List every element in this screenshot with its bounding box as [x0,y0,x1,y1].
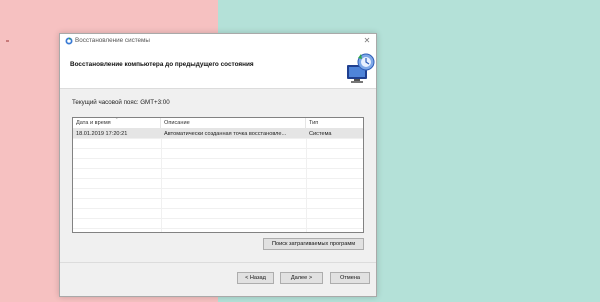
column-header-type-label: Тип [309,120,319,126]
empty-row [73,169,363,179]
cell-description: Автоматически созданная точка восстановл… [164,131,287,137]
empty-row [73,209,363,219]
cancel-button[interactable]: Отмена [330,272,370,284]
empty-row [73,189,363,199]
close-button[interactable]: ✕ [358,34,376,47]
timezone-label: Текущий часовой пояс: GMT+3:00 [72,99,170,106]
empty-row [73,149,363,159]
column-header-date-label: Дата и время [76,120,111,126]
column-header-description[interactable]: Описание [161,118,306,129]
close-icon: ✕ [363,36,371,45]
column-header-type[interactable]: Тип [306,118,363,129]
empty-row [73,139,363,149]
scan-affected-programs-button[interactable]: Поиск затрагиваемых программ [263,238,364,250]
page-title: Восстановление компьютера до предыдущего… [70,61,254,68]
title-bar[interactable]: Восстановление системы ✕ [60,34,376,48]
window-title: Восстановление системы [75,37,150,44]
next-button[interactable]: Далее > [280,272,323,284]
empty-row [73,159,363,169]
system-restore-graphic-icon [347,53,375,83]
restore-points-table: Дата и время ⌃ Описание Тип 18.01.2019 1… [72,117,364,233]
empty-row [73,199,363,209]
header-banner: Восстановление компьютера до предыдущего… [60,48,376,89]
column-header-description-label: Описание [164,120,190,126]
system-restore-dialog: Восстановление системы ✕ Восстановление … [59,33,377,297]
sort-arrow-icon: ⌃ [115,117,119,122]
back-button[interactable]: < Назад [237,272,274,284]
table-header: Дата и время ⌃ Описание Тип [73,117,363,129]
system-restore-icon [65,37,73,45]
cell-type: Система [309,131,332,137]
table-body: 18.01.2019 17:20:21 Автоматически создан… [73,129,363,232]
dialog-footer [60,262,376,296]
desktop-mark [6,40,9,42]
table-row[interactable]: 18.01.2019 17:20:21 Автоматически создан… [73,129,363,139]
cell-date: 18.01.2019 17:20:21 [76,131,128,137]
empty-row [73,179,363,189]
empty-row [73,219,363,229]
